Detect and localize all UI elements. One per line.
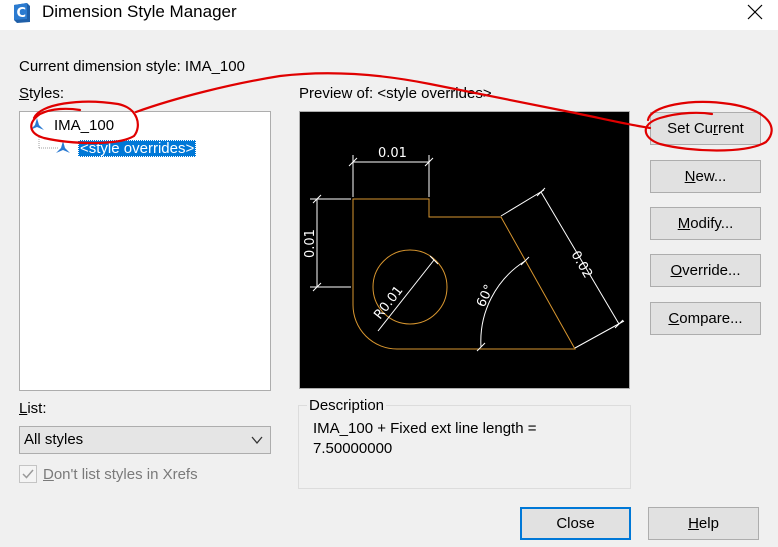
svg-text:C: C (17, 6, 27, 21)
style-preview: 0.01 0.01 0.02 R0.01 60° (299, 111, 630, 389)
description-text: IMA_100 + Fixed ext line length = 7.5000… (313, 419, 613, 459)
checkmark-icon (22, 469, 34, 479)
dim-text-left: 0.01 (303, 229, 318, 258)
current-style-label: Current dimension style: IMA_100 (19, 58, 245, 75)
preview-geometry (352, 198, 576, 350)
preview-drawing: 0.01 0.01 0.02 R0.01 60° (303, 146, 625, 352)
dim-text-angle: 60° (474, 282, 497, 309)
list-filter-select[interactable]: All styles (19, 426, 271, 454)
styles-label: Styles: (19, 85, 65, 102)
list-label: List: (19, 400, 47, 417)
dim-text-top: 0.01 (378, 146, 407, 161)
set-current-button[interactable]: Set Cu r rent (650, 112, 761, 145)
help-button[interactable]: Help (648, 507, 759, 540)
list-filter-value: All styles (24, 431, 84, 448)
dimension-style-icon (30, 118, 44, 130)
close-icon[interactable] (740, 0, 770, 26)
style-item-overrides[interactable]: <style overrides> (54, 139, 197, 157)
window-title: Dimension Style Manager (42, 2, 237, 21)
description-line-2: 7.50000000 (313, 440, 393, 457)
preview-labels: 0.01 0.01 0.02 R0.01 60° (303, 146, 595, 322)
description-line-1: IMA_100 + Fixed ext line length = (313, 420, 537, 437)
close-button[interactable]: Close (520, 507, 631, 540)
chevron-down-icon (251, 436, 263, 445)
xrefs-checkbox-label: Don't list styles in Xrefs (43, 466, 198, 483)
styles-list[interactable]: IMA_100 <style overrides> (19, 111, 271, 391)
new-button[interactable]: New... (650, 160, 761, 193)
title-bar: C Dimension Style Manager (0, 0, 778, 30)
modify-button[interactable]: Modify... (650, 207, 761, 240)
dimension-style-icon (56, 141, 70, 153)
xrefs-checkbox[interactable] (19, 465, 37, 483)
style-item-label: <style overrides> (78, 139, 197, 157)
compare-button[interactable]: Compare... (650, 302, 761, 335)
description-legend: Description (307, 397, 387, 414)
override-button[interactable]: Override... (650, 254, 761, 287)
style-item-ima-100[interactable]: IMA_100 (28, 116, 116, 134)
preview-label: Preview of: <style overrides> (299, 85, 492, 102)
autocad-c-icon: C (14, 3, 30, 23)
style-item-label: IMA_100 (54, 116, 115, 134)
